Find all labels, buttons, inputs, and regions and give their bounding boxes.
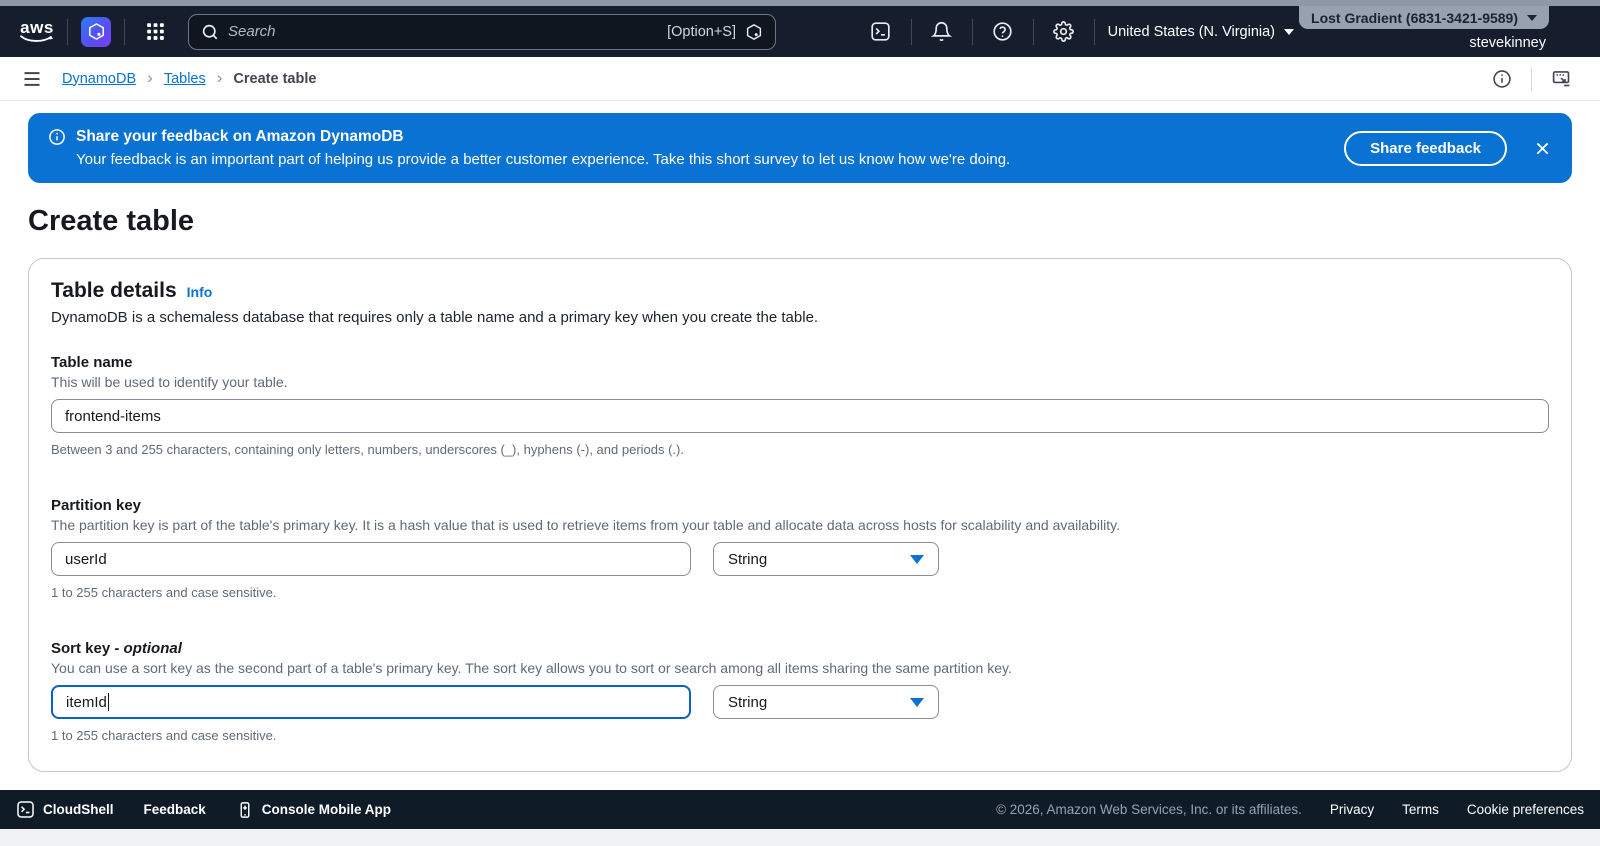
info-icon[interactable] xyxy=(1485,62,1519,96)
breadcrumb: DynamoDB › Tables › Create table xyxy=(62,68,317,87)
breadcrumb-divider xyxy=(1531,66,1532,91)
amazon-q-icon[interactable] xyxy=(81,16,111,47)
table-name-description: This will be used to identify your table… xyxy=(51,374,288,390)
cloudshell-icon xyxy=(17,801,34,818)
partition-key-constraint: 1 to 255 characters and case sensitive. xyxy=(51,585,277,600)
sort-key-label: Sort key xyxy=(51,640,111,657)
notifications-bell-icon[interactable] xyxy=(925,15,959,49)
breadcrumb-separator: › xyxy=(147,68,153,87)
table-name-constraint: Between 3 and 255 characters, containing… xyxy=(51,442,684,457)
search-icon xyxy=(202,24,218,39)
sort-key-type-select[interactable]: String xyxy=(713,685,939,719)
feedback-banner: Share your feedback on Amazon DynamoDB Y… xyxy=(28,113,1572,183)
cookie-preferences-link[interactable]: Cookie preferences xyxy=(1467,802,1584,817)
breadcrumb-link-tables[interactable]: Tables xyxy=(164,71,206,87)
sort-key-value: itemId xyxy=(66,693,107,711)
account-label: Lost Gradient (6831-3421-9589) xyxy=(1311,9,1518,26)
close-icon[interactable] xyxy=(1533,139,1552,158)
partition-key-label: Partition key xyxy=(51,497,142,514)
region-selector[interactable]: United States (N. Virginia) xyxy=(1108,24,1294,40)
info-link[interactable]: Info xyxy=(187,284,213,300)
header-divider xyxy=(971,18,973,45)
partition-key-type-value: String xyxy=(728,550,768,568)
info-icon xyxy=(49,129,65,145)
breadcrumb-current: Create table xyxy=(233,70,317,87)
mobile-app-icon xyxy=(240,801,250,818)
console-header: aws [Option+S] xyxy=(0,6,1600,57)
username: stevekinney xyxy=(1469,35,1546,51)
caret-down-icon xyxy=(910,697,924,707)
banner-title: Share your feedback on Amazon DynamoDB xyxy=(76,128,404,145)
search-bar[interactable]: [Option+S] xyxy=(188,13,776,50)
cloudshell-footer-button[interactable]: CloudShell xyxy=(16,800,114,819)
header-divider xyxy=(910,18,912,45)
header-divider xyxy=(1032,18,1034,45)
browser-bottom-strip xyxy=(0,829,1600,846)
share-feedback-button[interactable]: Share feedback xyxy=(1344,130,1507,166)
cloudshell-icon[interactable] xyxy=(864,15,898,49)
hamburger-menu-icon[interactable] xyxy=(22,69,42,89)
mobile-app-label: Console Mobile App xyxy=(261,802,392,817)
search-shortcut-hint: [Option+S] xyxy=(667,23,736,40)
header-divider xyxy=(1093,18,1095,45)
console-mobile-app-button[interactable]: Console Mobile App xyxy=(236,801,391,819)
breadcrumb-bar: DynamoDB › Tables › Create table xyxy=(0,57,1600,101)
aws-console: aws [Option+S] xyxy=(0,0,1600,846)
sort-key-description: You can use a sort key as the second par… xyxy=(51,660,1012,676)
sort-key-constraint: 1 to 255 characters and case sensitive. xyxy=(51,728,277,743)
partition-key-type-select[interactable]: String xyxy=(713,542,939,576)
header-actions: United States (N. Virginia) xyxy=(864,15,1294,49)
partition-key-field: Partition key The partition key is part … xyxy=(51,497,1549,600)
privacy-link[interactable]: Privacy xyxy=(1330,802,1374,817)
main-content: Share your feedback on Amazon DynamoDB Y… xyxy=(0,113,1600,846)
q-badge-icon xyxy=(746,23,762,40)
account-menu-tab[interactable]: Lost Gradient (6831-3421-9589) xyxy=(1299,6,1549,29)
aws-smile-icon xyxy=(20,35,54,42)
console-footer: CloudShell Feedback Console Mobile App ©… xyxy=(0,790,1600,829)
app-grid-icon[interactable] xyxy=(138,15,172,49)
banner-text: Share your feedback on Amazon DynamoDB Y… xyxy=(48,128,1344,168)
split-panel-icon[interactable] xyxy=(1544,62,1578,96)
cloudshell-label: CloudShell xyxy=(43,802,114,817)
breadcrumb-separator: › xyxy=(216,68,223,87)
feedback-footer-button[interactable]: Feedback xyxy=(144,802,206,817)
sort-key-input[interactable]: itemId xyxy=(51,685,691,719)
table-name-label: Table name xyxy=(51,354,133,371)
aws-logo[interactable]: aws xyxy=(20,18,54,43)
breadcrumb-actions xyxy=(1485,62,1578,96)
chevron-down-icon xyxy=(1527,14,1537,21)
header-divider xyxy=(124,18,125,45)
table-name-input[interactable] xyxy=(51,399,1549,433)
header-divider xyxy=(67,18,68,45)
caret-down-icon xyxy=(910,554,924,564)
chevron-down-icon xyxy=(1284,28,1294,35)
breadcrumb-link-dynamodb[interactable]: DynamoDB xyxy=(62,71,136,87)
sort-key-type-value: String xyxy=(728,693,768,711)
search-input[interactable] xyxy=(228,23,659,40)
sort-key-optional-label: - optional xyxy=(114,640,182,657)
banner-message: Your feedback is an important part of he… xyxy=(76,151,1011,168)
copyright-text: © 2026, Amazon Web Services, Inc. or its… xyxy=(996,802,1302,817)
feedback-label: Feedback xyxy=(143,802,206,817)
page-title: Create table xyxy=(28,205,195,237)
table-name-field: Table name This will be used to identify… xyxy=(51,354,1549,457)
partition-key-input[interactable] xyxy=(51,542,691,576)
sort-key-field: Sort key - optional You can use a sort k… xyxy=(51,640,1549,743)
table-details-card: Table details Info DynamoDB is a schemal… xyxy=(28,258,1572,772)
region-label: United States (N. Virginia) xyxy=(1107,23,1275,40)
text-cursor xyxy=(107,693,110,711)
terms-link[interactable]: Terms xyxy=(1402,802,1439,817)
table-details-description: DynamoDB is a schemaless database that r… xyxy=(51,309,819,326)
help-icon[interactable] xyxy=(986,15,1020,49)
aws-logo-text: aws xyxy=(20,18,54,37)
table-details-heading: Table details xyxy=(51,279,177,302)
partition-key-description: The partition key is part of the table's… xyxy=(51,517,1120,533)
settings-gear-icon[interactable] xyxy=(1047,15,1081,49)
